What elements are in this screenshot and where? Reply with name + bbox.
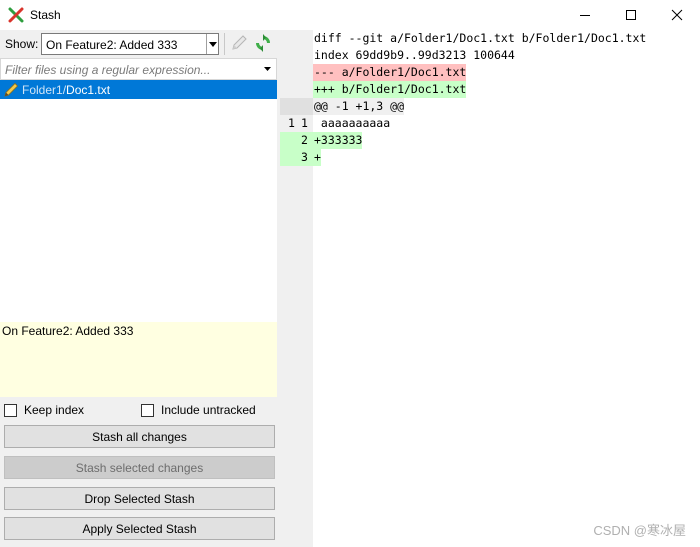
filter-dropdown-icon[interactable] xyxy=(258,59,276,79)
diff-removed-file-line: --- a/Folder1/Doc1.txt xyxy=(313,64,467,81)
keep-index-label: Keep index xyxy=(24,403,85,417)
show-label: Show: xyxy=(5,37,39,51)
refresh-icon[interactable] xyxy=(254,34,272,52)
edit-icon[interactable] xyxy=(230,34,248,52)
keep-index-checkbox[interactable]: Keep index xyxy=(4,402,84,418)
diff-added-line: + xyxy=(313,149,321,166)
stash-message[interactable]: On Feature2: Added 333 xyxy=(0,322,277,397)
new-line-number: 3 xyxy=(301,150,308,164)
chevron-down-icon[interactable] xyxy=(206,34,218,54)
stash-select-value: On Feature2: Added 333 xyxy=(46,38,178,52)
close-button[interactable] xyxy=(654,0,700,30)
file-folder: Folder1/ xyxy=(22,83,67,97)
title-bar: Stash xyxy=(0,0,700,30)
left-panel: Show: On Feature2: Added 333 Filter file… xyxy=(0,30,280,547)
keep-index-box[interactable] xyxy=(4,403,17,417)
filter-input[interactable]: Filter files using a regular expression.… xyxy=(0,58,277,80)
stash-select[interactable]: On Feature2: Added 333 xyxy=(41,33,219,55)
diff-header-line: diff --git a/Folder1/Doc1.txt b/Folder1/… xyxy=(314,31,647,45)
hunk-gutter xyxy=(280,98,313,115)
new-line-number: 1 xyxy=(301,116,308,130)
include-untracked-box[interactable] xyxy=(141,403,154,417)
file-list[interactable]: Folder1/Doc1.txt xyxy=(0,80,277,322)
maximize-button[interactable] xyxy=(608,0,654,30)
stash-all-button[interactable]: Stash all changes xyxy=(4,425,275,448)
minimize-icon xyxy=(580,15,590,16)
pencil-modified-icon xyxy=(4,82,19,97)
window-title: Stash xyxy=(30,8,61,22)
diff-added-file-line: +++ b/Folder1/Doc1.txt xyxy=(313,81,467,98)
added-gutter xyxy=(280,132,313,149)
diff-index-line: index 69dd9b9..99d3213 100644 xyxy=(314,48,515,62)
old-line-number: 1 xyxy=(288,116,295,130)
stash-selected-button[interactable]: Stash selected changes xyxy=(4,456,275,479)
diff-context-line: aaaaaaaaaa xyxy=(314,116,391,130)
file-name: Doc1.txt xyxy=(66,83,111,97)
include-untracked-label: Include untracked xyxy=(161,403,256,417)
watermark: CSDN @寒冰屋 xyxy=(593,523,686,538)
new-line-number: 2 xyxy=(301,133,308,147)
diff-viewer[interactable]: diff --git a/Folder1/Doc1.txt b/Folder1/… xyxy=(280,30,700,547)
toolbar-separator xyxy=(224,33,225,55)
drop-stash-button[interactable]: Drop Selected Stash xyxy=(4,487,275,510)
added-gutter xyxy=(280,149,313,166)
file-list-item[interactable]: Folder1/Doc1.txt xyxy=(0,80,277,99)
minimize-button[interactable] xyxy=(562,0,608,30)
include-untracked-checkbox[interactable]: Include untracked xyxy=(141,402,256,418)
diff-added-line: +333333 xyxy=(313,132,363,149)
diff-hunk-header: @@ -1 +1,3 @@ xyxy=(313,98,405,115)
close-icon xyxy=(671,9,683,21)
file-path: Folder1/Doc1.txt xyxy=(22,83,110,97)
apply-stash-button[interactable]: Apply Selected Stash xyxy=(4,517,275,540)
maximize-icon xyxy=(626,10,636,20)
filter-placeholder: Filter files using a regular expression.… xyxy=(5,63,211,77)
git-extensions-icon xyxy=(8,7,24,23)
stash-message-text: On Feature2: Added 333 xyxy=(2,324,134,338)
